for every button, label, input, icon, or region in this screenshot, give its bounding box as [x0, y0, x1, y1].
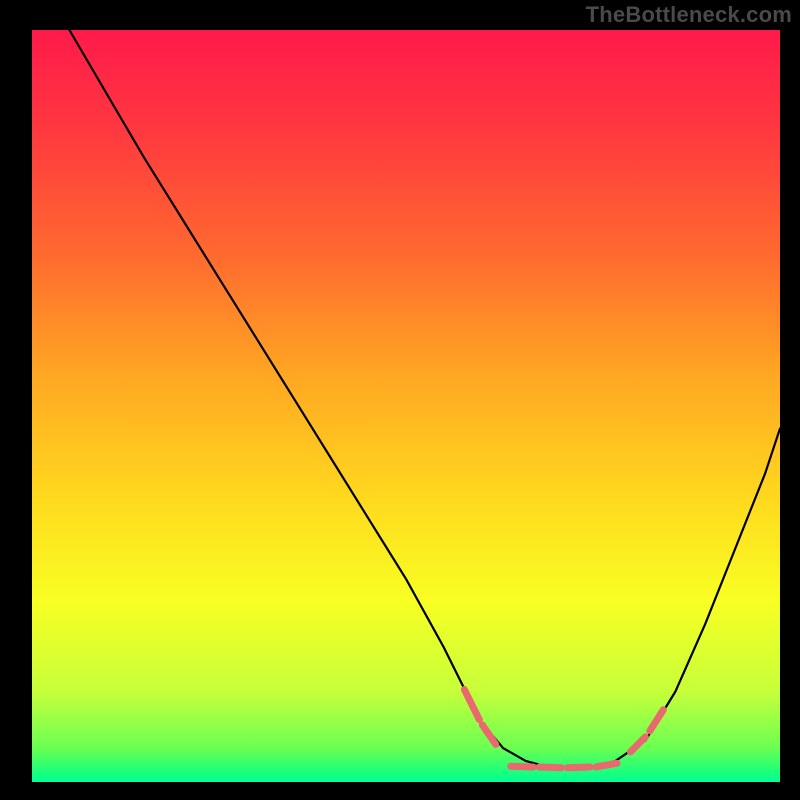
chart-background	[32, 30, 780, 782]
optimum-dash	[568, 767, 590, 768]
optimum-dash	[539, 767, 561, 768]
chart-area	[32, 30, 780, 782]
chart-svg	[32, 30, 780, 782]
optimum-dash	[511, 766, 533, 767]
watermark-text: TheBottleneck.com	[586, 2, 792, 28]
optimum-dash	[596, 763, 617, 767]
app-frame: TheBottleneck.com	[0, 0, 800, 800]
